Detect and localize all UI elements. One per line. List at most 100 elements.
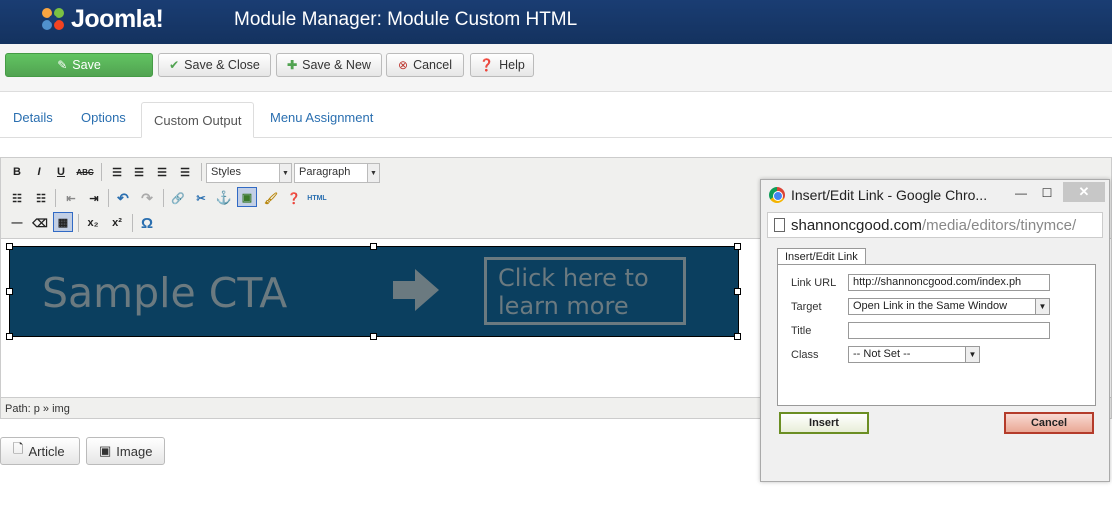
joomla-logo-icon bbox=[42, 8, 64, 30]
undo-button[interactable]: ↶ bbox=[113, 188, 133, 208]
special-character-button[interactable]: Ω bbox=[137, 213, 157, 233]
image-button[interactable]: ▣ bbox=[237, 187, 257, 207]
resize-handle[interactable] bbox=[370, 333, 377, 340]
align-right-button[interactable]: ☰ bbox=[152, 162, 172, 182]
resize-handle[interactable] bbox=[6, 243, 13, 250]
dropdown-arrow-icon: ▼ bbox=[965, 347, 979, 362]
image-icon: ▣ bbox=[241, 191, 253, 204]
file-add-icon: 🗋 bbox=[13, 441, 24, 456]
save-close-button[interactable]: ✔ Save & Close bbox=[158, 53, 271, 77]
eraser-icon: ⌫ bbox=[32, 217, 48, 230]
justify-button[interactable]: ☰ bbox=[175, 162, 195, 182]
italic-button[interactable]: I bbox=[29, 162, 49, 182]
link-icon: 🔗 bbox=[171, 192, 185, 205]
minimize-icon: — bbox=[1015, 186, 1027, 200]
subscript-icon: x₂ bbox=[87, 217, 99, 229]
outdent-button[interactable]: ⇤ bbox=[61, 188, 81, 208]
close-window-button[interactable]: ✕ bbox=[1063, 182, 1105, 202]
action-toolbar: ✎ Save ✔ Save & Close ✚ Save & New ⊗ Can… bbox=[0, 44, 1112, 92]
minimize-button[interactable]: — bbox=[1013, 182, 1029, 204]
target-select[interactable]: Open Link in the Same Window ▼ bbox=[848, 298, 1050, 315]
format-select[interactable]: Paragraph ▼ bbox=[294, 163, 380, 183]
image-insert-button[interactable]: ▣ Image bbox=[86, 437, 165, 465]
maximize-button[interactable]: ☐ bbox=[1039, 182, 1055, 204]
tab-details[interactable]: Details bbox=[13, 110, 53, 125]
visual-aid-button[interactable]: ▦ bbox=[53, 212, 73, 232]
help-icon: ❓ bbox=[287, 192, 301, 205]
picture-icon: ▣ bbox=[99, 443, 112, 458]
align-center-button[interactable]: ☰ bbox=[129, 162, 149, 182]
link-button[interactable]: 🔗 bbox=[168, 188, 188, 208]
tab-menu-assignment[interactable]: Menu Assignment bbox=[270, 110, 373, 125]
tab-custom-output[interactable]: Custom Output bbox=[141, 102, 255, 138]
toolbar-separator bbox=[108, 189, 109, 207]
help-button[interactable]: ❓ Help bbox=[470, 53, 534, 77]
bullet-list-button[interactable]: ☷ bbox=[7, 188, 27, 208]
redo-button[interactable]: ↷ bbox=[137, 188, 157, 208]
joomla-logo[interactable]: Joomla! bbox=[38, 4, 164, 34]
dialog-titlebar: Insert/Edit Link - Google Chro... bbox=[769, 187, 987, 203]
unlink-button[interactable]: ✂ bbox=[191, 188, 211, 208]
save-button[interactable]: ✎ Save bbox=[5, 53, 153, 77]
outdent-icon: ⇤ bbox=[66, 192, 76, 205]
class-label: Class bbox=[791, 349, 819, 361]
edit-icon: ✎ bbox=[57, 58, 68, 72]
insert-link-dialog: Insert/Edit Link - Google Chro... — ☐ ✕ … bbox=[760, 179, 1110, 482]
remove-format-button[interactable]: ⌫ bbox=[30, 213, 50, 233]
toolbar-separator bbox=[55, 189, 56, 207]
cancel-button[interactable]: ⊗ Cancel bbox=[386, 53, 464, 77]
cta-image[interactable]: Sample CTA Click here to learn more bbox=[9, 246, 739, 337]
dropdown-arrow-icon: ▼ bbox=[1035, 299, 1049, 314]
resize-handle[interactable] bbox=[734, 288, 741, 295]
underline-button[interactable]: U bbox=[51, 162, 71, 182]
admin-header: Joomla! Module Manager: Module Custom HT… bbox=[0, 0, 1112, 44]
superscript-button[interactable]: x² bbox=[107, 213, 127, 233]
class-select[interactable]: -- Not Set -- ▼ bbox=[848, 346, 980, 363]
align-left-button[interactable]: ☰ bbox=[107, 162, 127, 182]
indent-icon: ⇥ bbox=[89, 192, 99, 205]
cancel-icon: ⊗ bbox=[398, 58, 409, 72]
cleanup-button[interactable]: 🖌 bbox=[261, 188, 281, 208]
bold-button[interactable]: B bbox=[7, 162, 27, 182]
maximize-icon: ☐ bbox=[1041, 186, 1053, 200]
undo-icon: ↶ bbox=[117, 189, 129, 206]
editor-help-button[interactable]: ❓ bbox=[284, 188, 304, 208]
table-grid-icon: ▦ bbox=[57, 216, 69, 229]
logo-text: Joomla! bbox=[71, 4, 164, 33]
dropdown-arrow-icon: ▼ bbox=[279, 164, 291, 182]
superscript-icon: x² bbox=[112, 217, 122, 229]
cta-main-text: Sample CTA bbox=[42, 269, 288, 317]
indent-button[interactable]: ⇥ bbox=[84, 188, 104, 208]
resize-handle[interactable] bbox=[734, 243, 741, 250]
element-path: Path: p » img bbox=[5, 403, 70, 415]
resize-handle[interactable] bbox=[370, 243, 377, 250]
subscript-button[interactable]: x₂ bbox=[83, 213, 103, 233]
save-new-button[interactable]: ✚ Save & New bbox=[276, 53, 382, 77]
link-form-panel: Link URL http://shannoncgood.com/index.p… bbox=[777, 264, 1096, 406]
omega-icon: Ω bbox=[140, 214, 154, 232]
resize-handle[interactable] bbox=[734, 333, 741, 340]
article-button[interactable]: 🗋 Article bbox=[0, 437, 80, 465]
link-url-input[interactable]: http://shannoncgood.com/index.ph bbox=[848, 274, 1050, 291]
numbered-list-button[interactable]: ☷ bbox=[31, 188, 51, 208]
title-input[interactable] bbox=[848, 322, 1050, 339]
dialog-cancel-button[interactable]: Cancel bbox=[1004, 412, 1094, 434]
chrome-icon bbox=[769, 187, 785, 203]
toolbar-separator bbox=[101, 163, 102, 181]
html-source-button[interactable]: HTML bbox=[305, 188, 329, 208]
resize-handle[interactable] bbox=[6, 288, 13, 295]
anchor-button[interactable]: ⚓ bbox=[214, 188, 234, 208]
insert-button[interactable]: Insert bbox=[779, 412, 869, 434]
unlink-icon: ✂ bbox=[196, 192, 206, 205]
plus-icon: ✚ bbox=[287, 58, 298, 72]
resize-handle[interactable] bbox=[6, 333, 13, 340]
styles-select[interactable]: Styles ▼ bbox=[206, 163, 292, 183]
tab-insert-edit-link[interactable]: Insert/Edit Link bbox=[777, 248, 866, 265]
dialog-title: Insert/Edit Link - Google Chro... bbox=[791, 187, 988, 203]
tab-options[interactable]: Options bbox=[81, 110, 126, 125]
address-bar[interactable]: shannoncgood.com/media/editors/tinymce/ bbox=[767, 212, 1103, 238]
horizontal-rule-button[interactable]: — bbox=[7, 213, 27, 233]
strikethrough-button[interactable]: ABC bbox=[75, 162, 95, 182]
align-center-icon: ☰ bbox=[134, 166, 144, 179]
horizontal-rule-icon: — bbox=[11, 217, 23, 229]
